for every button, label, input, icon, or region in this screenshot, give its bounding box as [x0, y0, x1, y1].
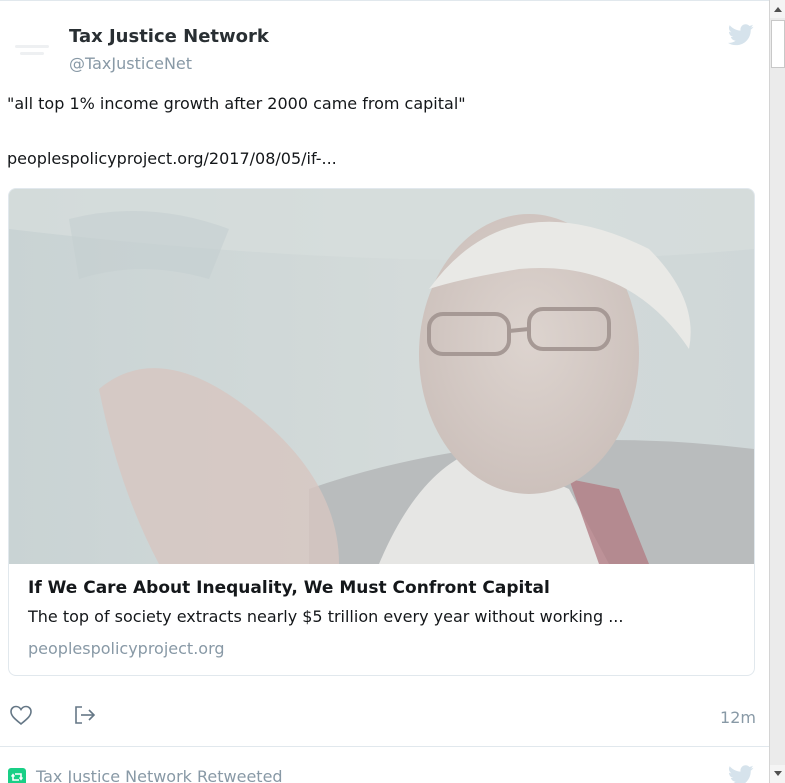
link-card[interactable]: If We Care About Inequality, We Must Con… [8, 188, 755, 676]
tweet[interactable]: Tax Justice Network @TaxJusticeNet "all … [0, 4, 769, 748]
card-title[interactable]: If We Care About Inequality, We Must Con… [28, 578, 550, 598]
retweet-context[interactable]: Tax Justice Network Retweeted [8, 767, 283, 783]
scroll-up-arrow[interactable] [770, 0, 785, 18]
share-icon [75, 706, 96, 724]
share-button[interactable] [72, 702, 98, 728]
avatar-logo-line [15, 45, 49, 48]
twitter-bird-icon[interactable] [728, 765, 754, 783]
like-button[interactable] [8, 702, 34, 728]
twitter-bird-icon[interactable] [728, 24, 754, 46]
retweet-label: Tax Justice Network Retweeted [36, 767, 283, 783]
heart-icon [10, 705, 32, 726]
scroll-thumb[interactable] [771, 20, 785, 68]
author-name[interactable]: Tax Justice Network [69, 26, 269, 47]
timeline: Tax Justice Network @TaxJusticeNet "all … [0, 0, 769, 783]
card-description: The top of society extracts nearly $5 tr… [28, 607, 624, 626]
tweet-link[interactable]: peoplespolicyproject.org/2017/08/05/if-.… [7, 149, 337, 168]
card-image[interactable] [9, 189, 754, 564]
avatar-logo-line [20, 52, 44, 55]
author-handle[interactable]: @TaxJusticeNet [69, 54, 192, 73]
tweet-timestamp[interactable]: 12m [720, 708, 756, 727]
tweet-divider [0, 746, 769, 747]
scroll-down-arrow[interactable] [770, 765, 785, 783]
tweet-text: "all top 1% income growth after 2000 cam… [7, 94, 466, 113]
retweet-icon [8, 767, 26, 783]
vertical-scrollbar[interactable] [769, 0, 785, 783]
card-domain[interactable]: peoplespolicyproject.org [28, 639, 225, 658]
avatar[interactable] [10, 32, 54, 68]
